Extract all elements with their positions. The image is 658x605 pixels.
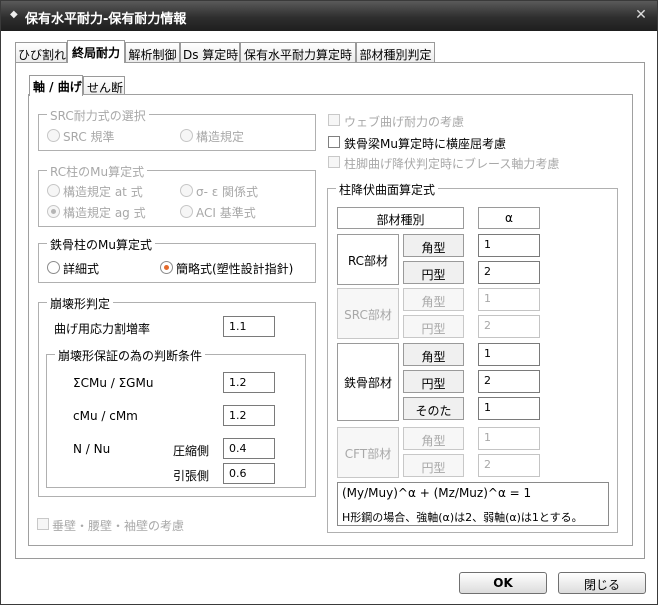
row-label-rc: RC部材 <box>337 234 399 285</box>
subtab-shear[interactable]: せん断 <box>83 76 125 95</box>
collapse-title: 崩壊形判定 <box>47 295 114 312</box>
label-tension-side: 引張側 <box>173 469 210 483</box>
stress-increase-input[interactable]: 1.1 <box>223 316 275 337</box>
checkbox-lateral-buckling[interactable] <box>328 136 340 148</box>
src-square-alpha-input[interactable]: 1 <box>478 288 540 311</box>
tab-crack[interactable]: ひび割れ <box>15 42 67 62</box>
compression-input[interactable]: 0.4 <box>223 438 275 459</box>
label-rc-aci: ACI 基準式 <box>196 206 256 220</box>
label-compression-side: 圧縮側 <box>173 444 210 458</box>
label-structural-rule: 構造規定 <box>196 130 245 144</box>
checkbox-brace-axial[interactable] <box>328 156 340 168</box>
label-web-bending: ウェブ曲げ耐力の考慮 <box>344 115 465 129</box>
src-square-label: 角型 <box>403 288 464 311</box>
row-label-cft: CFT部材 <box>337 427 399 478</box>
src-round-label: 円型 <box>403 315 464 338</box>
window-title: 保有水平耐力-保有耐力情報 <box>25 12 187 27</box>
radio-steel-simplified[interactable] <box>160 261 173 274</box>
radio-structural-rule[interactable] <box>180 129 193 142</box>
header-alpha: α <box>478 207 540 229</box>
checkbox-web-bending[interactable] <box>328 114 340 126</box>
dialog-window: ◆ 保有水平耐力-保有耐力情報 ✕ ひび割れ 終局耐力 解析制御 Ds 算定時 … <box>0 0 658 605</box>
cft-round-label: 円型 <box>403 454 464 477</box>
yield-formula-box: (My/Muy)^α + (Mz/Muz)^α = 1 H形鋼の場合、強軸(α)… <box>337 482 609 526</box>
label-wall-consideration: 垂壁・腰壁・袖壁の考慮 <box>52 519 185 533</box>
steel-other-alpha-input[interactable]: 1 <box>478 397 540 420</box>
label-src-standard: SRC 規準 <box>63 130 115 144</box>
cft-square-alpha-input[interactable]: 1 <box>478 427 540 450</box>
steel-square-label: 角型 <box>403 343 464 366</box>
radio-src-standard[interactable] <box>47 129 60 142</box>
radio-rc-at[interactable] <box>47 184 60 197</box>
label-steel-simplified: 簡略式(塑性設計指針) <box>176 262 294 276</box>
row-label-src: SRC部材 <box>337 288 399 339</box>
yield-surface-title: 柱降伏曲面算定式 <box>336 181 439 198</box>
rc-square-label: 角型 <box>403 234 464 257</box>
label-steel-detailed: 詳細式 <box>63 262 100 276</box>
rc-mu-title: RC柱のMu算定式 <box>47 163 148 180</box>
src-formula-title: SRC耐力式の選択 <box>47 107 149 124</box>
steel-other-label: そのた <box>403 397 464 420</box>
tension-input[interactable]: 0.6 <box>223 463 275 484</box>
label-sum-ratio: ΣCMu / ΣGMu <box>73 376 154 390</box>
close-button[interactable]: 閉じる <box>558 572 646 594</box>
steel-round-label: 円型 <box>403 370 464 393</box>
yield-formula-note: H形鋼の場合、強軸(α)は2、弱軸(α)は1とする。 <box>342 511 583 524</box>
label-rc-sigma-eps: σ- ε 関係式 <box>196 185 259 199</box>
checkbox-wall-consideration[interactable] <box>37 518 49 530</box>
sum-ratio-input[interactable]: 1.2 <box>223 372 275 393</box>
label-rc-ag: 構造規定 ag 式 <box>63 206 146 220</box>
app-icon: ◆ <box>10 9 18 20</box>
close-icon[interactable]: ✕ <box>633 7 649 23</box>
tab-analysis-control[interactable]: 解析制御 <box>125 42 180 62</box>
cft-round-alpha-input[interactable]: 2 <box>478 454 540 477</box>
collapse-condition-title: 崩壊形保証の為の判断条件 <box>55 347 206 364</box>
radio-rc-aci[interactable] <box>180 205 193 218</box>
tab-member-class[interactable]: 部材種別判定 <box>356 42 435 62</box>
radio-rc-sigma-eps[interactable] <box>180 184 193 197</box>
header-member-kind: 部材種別 <box>337 207 464 229</box>
ok-button[interactable]: OK <box>459 572 547 594</box>
label-lateral-buckling: 鉄骨梁Mu算定時に横座屈考慮 <box>344 137 506 151</box>
rc-square-alpha-input[interactable]: 1 <box>478 234 540 257</box>
subtab-axial-bending[interactable]: 軸 / 曲げ <box>29 75 83 96</box>
label-rc-at: 構造規定 at 式 <box>63 185 143 199</box>
tab-horizontal-strength[interactable]: 保有水平耐力算定時 <box>240 42 356 62</box>
cft-square-label: 角型 <box>403 427 464 450</box>
cmu-ratio-input[interactable]: 1.2 <box>223 405 275 426</box>
rc-round-label: 円型 <box>403 261 464 284</box>
tab-ultimate-strength[interactable]: 終局耐力 <box>67 40 125 63</box>
label-cmu-ratio: cMu / cMm <box>73 409 138 423</box>
yield-formula: (My/Muy)^α + (Mz/Muz)^α = 1 <box>342 486 532 500</box>
steel-mu-title: 鉄骨柱のMu算定式 <box>47 236 155 253</box>
label-n-nu: N / Nu <box>73 442 111 456</box>
row-label-steel: 鉄骨部材 <box>337 343 399 421</box>
rc-round-alpha-input[interactable]: 2 <box>478 261 540 284</box>
title-bar: ◆ 保有水平耐力-保有耐力情報 ✕ <box>1 1 657 31</box>
radio-steel-detailed[interactable] <box>47 261 60 274</box>
steel-square-alpha-input[interactable]: 1 <box>478 343 540 366</box>
label-stress-increase: 曲げ用応力割増率 <box>54 322 151 336</box>
label-brace-axial: 柱脚曲げ降伏判定時にブレース軸力考慮 <box>344 157 560 171</box>
radio-rc-ag[interactable] <box>47 205 60 218</box>
src-round-alpha-input[interactable]: 2 <box>478 315 540 338</box>
steel-round-alpha-input[interactable]: 2 <box>478 370 540 393</box>
tab-ds-calc[interactable]: Ds 算定時 <box>180 42 240 62</box>
